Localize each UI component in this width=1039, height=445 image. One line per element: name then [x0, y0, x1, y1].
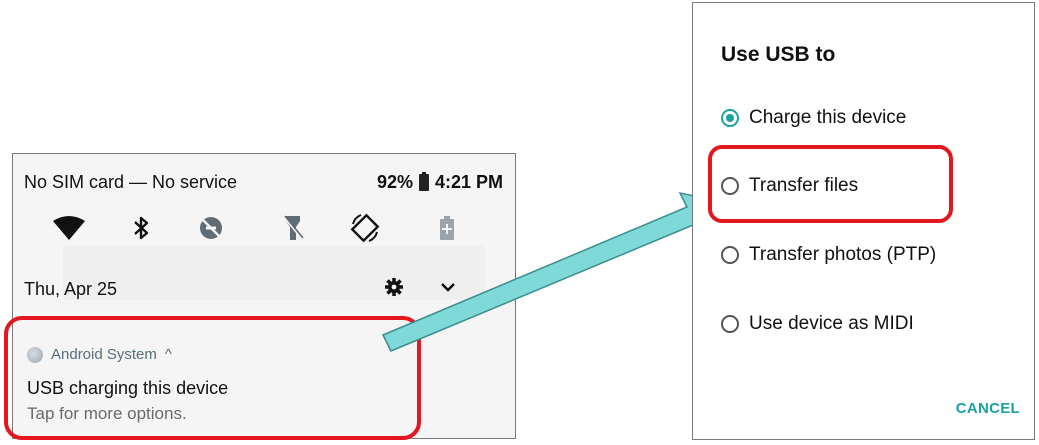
pointer-arrow-icon — [381, 191, 725, 352]
option-charge-device[interactable]: Charge this device — [721, 107, 906, 129]
bluetooth-icon[interactable] — [121, 208, 161, 248]
carrier-status: No SIM card — No service — [24, 172, 238, 192]
date-label: Thu, Apr 25 — [24, 279, 118, 299]
option-transfer-photos[interactable]: Transfer photos (PTP) — [721, 244, 936, 266]
radio-checked-icon[interactable] — [721, 109, 739, 127]
cancel-button[interactable]: CANCEL — [956, 400, 1020, 417]
option-label: Transfer photos (PTP) — [749, 244, 937, 265]
transfer-files-highlight-box — [708, 145, 953, 223]
radio-unchecked-icon[interactable] — [721, 315, 739, 333]
option-label: Charge this device — [749, 107, 907, 128]
option-label: Use device as MIDI — [749, 313, 914, 334]
flashlight-off-icon[interactable] — [273, 208, 313, 248]
option-midi[interactable]: Use device as MIDI — [721, 313, 914, 335]
dialog-title: Use USB to — [721, 43, 836, 66]
radio-unchecked-icon[interactable] — [721, 246, 739, 264]
wifi-icon[interactable] — [49, 208, 89, 248]
do-not-disturb-icon[interactable] — [191, 208, 231, 248]
notification-highlight-box — [4, 316, 421, 440]
